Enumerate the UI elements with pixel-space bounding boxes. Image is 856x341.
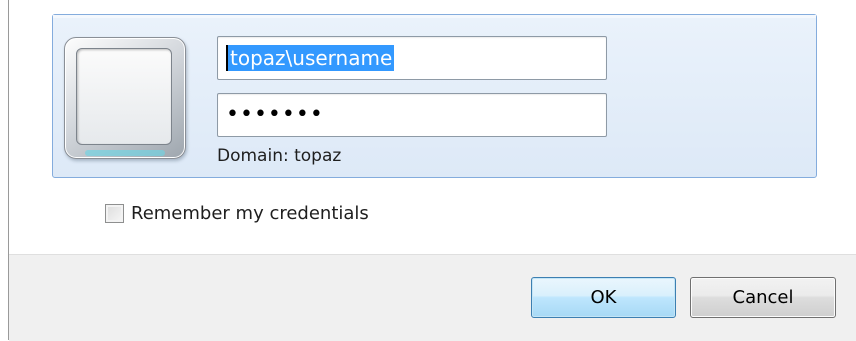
password-mask: ••••••• <box>226 102 324 127</box>
domain-label: Domain: topaz <box>217 146 342 166</box>
checkbox-icon[interactable] <box>105 203 124 223</box>
user-tile-icon <box>64 37 186 159</box>
tile-highlight-strip <box>53 15 816 18</box>
credential-tile[interactable]: topaz\username ••••••• Domain: topaz <box>52 14 817 178</box>
remember-credentials-row[interactable]: Remember my credentials <box>105 200 369 226</box>
ok-button[interactable]: OK <box>531 277 676 318</box>
user-tile-glow <box>85 150 165 156</box>
username-field[interactable]: topaz\username <box>217 36 607 80</box>
dialog-top-edge <box>9 0 856 4</box>
user-picture-placeholder <box>76 48 172 145</box>
password-field[interactable]: ••••••• <box>217 93 607 137</box>
credentials-dialog: topaz\username ••••••• Domain: topaz Rem… <box>0 0 856 341</box>
dialog-footer: OK Cancel <box>9 254 856 341</box>
remember-credentials-label[interactable]: Remember my credentials <box>131 203 369 224</box>
cancel-button[interactable]: Cancel <box>690 277 836 318</box>
username-value: topaz\username <box>228 45 395 71</box>
